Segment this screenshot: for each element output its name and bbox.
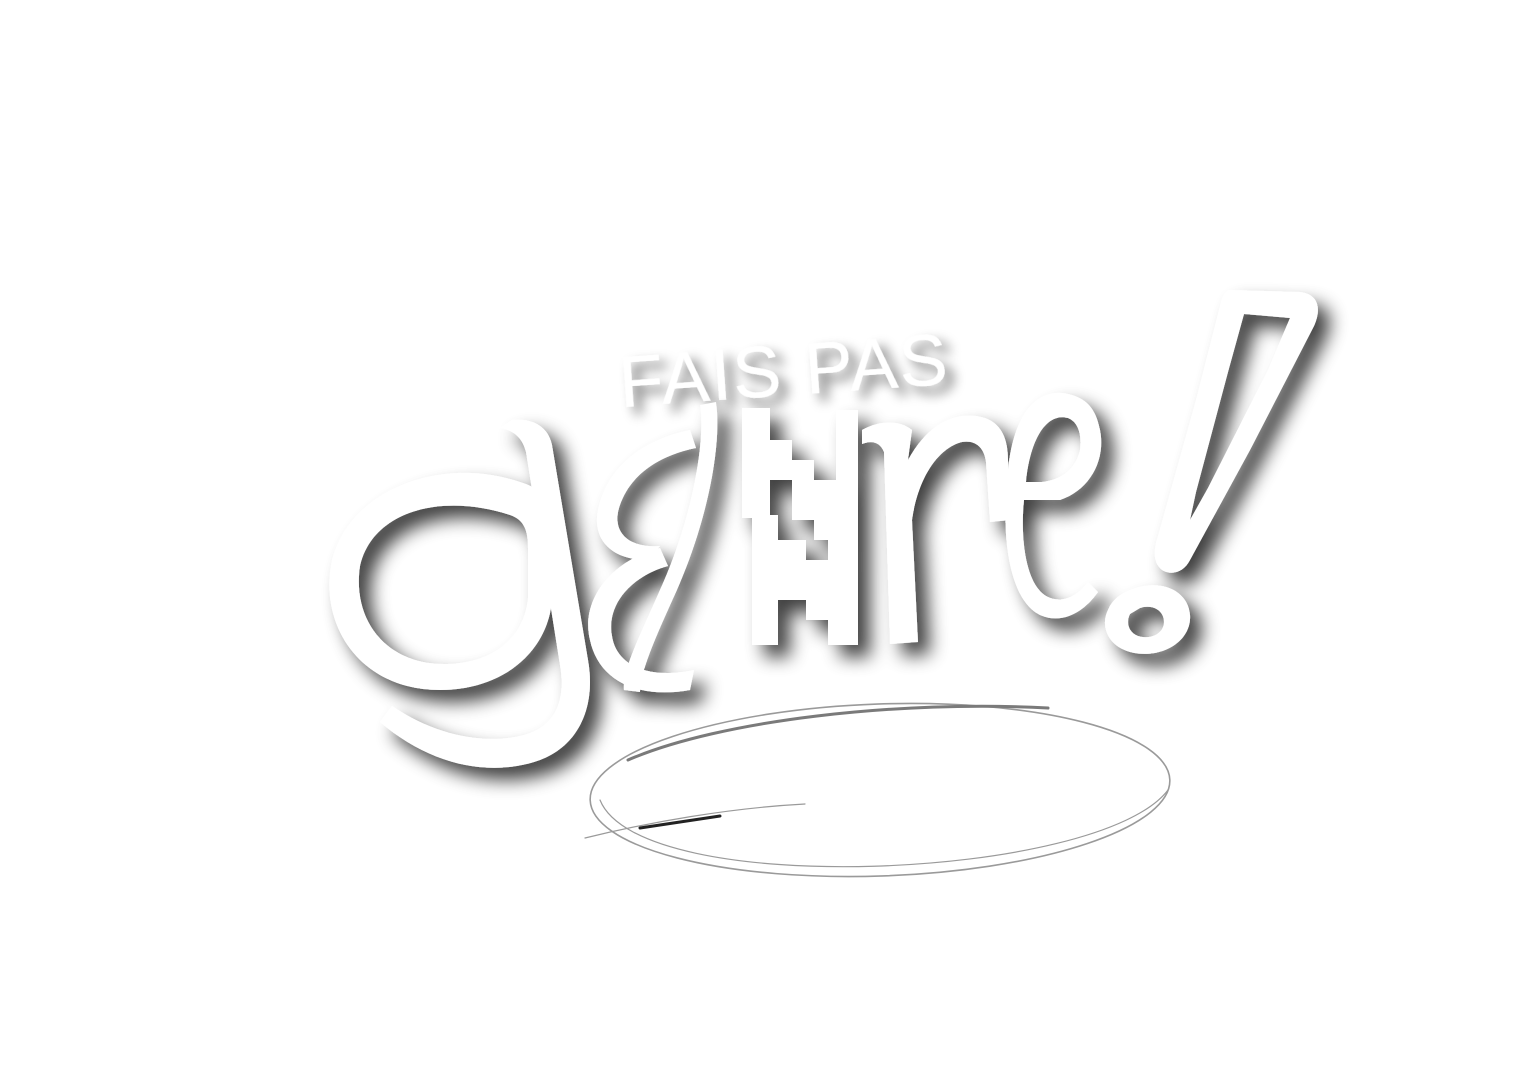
logo-line-1-glyphs: FAIS PAS — [616, 320, 952, 423]
letter-r — [862, 415, 1010, 644]
letter-g-bowl — [329, 472, 552, 690]
exclamation-dot — [1104, 585, 1191, 654]
letter-n-blocks — [742, 408, 858, 645]
fais-pas-genre-logo: FAIS PAS — [329, 290, 1318, 878]
letter-e-script — [588, 402, 718, 693]
logo-line-1: FAIS PAS — [616, 320, 952, 423]
letter-e — [1005, 392, 1102, 619]
letter-g-stem — [380, 419, 590, 768]
underline-oval — [584, 702, 1171, 878]
exclamation-bar — [1154, 290, 1318, 573]
logo-canvas: FAIS PAS genre! — [0, 0, 1527, 1081]
